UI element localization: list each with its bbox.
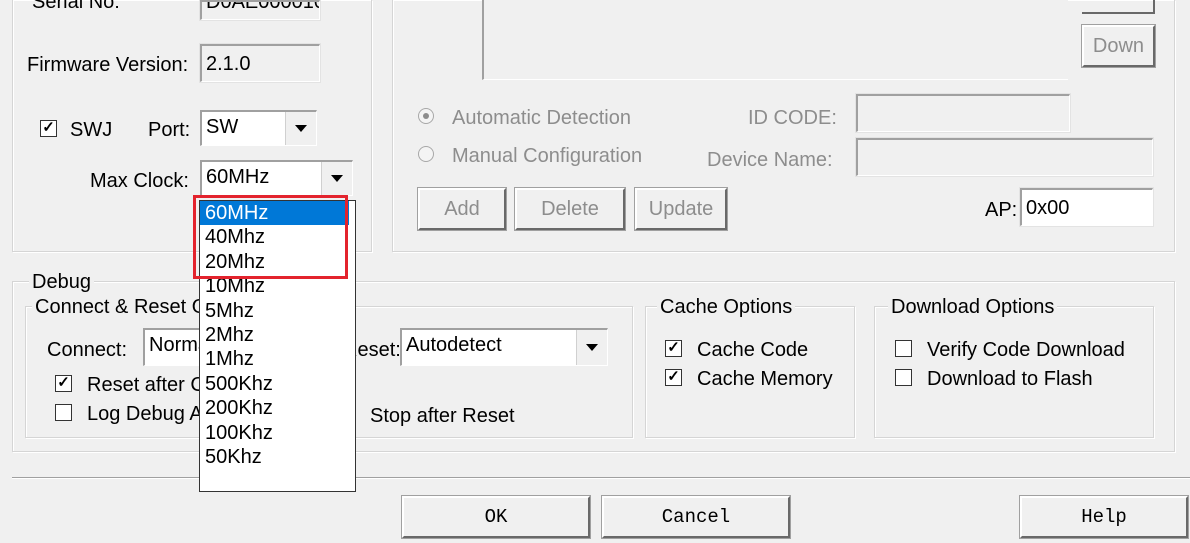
- help-button-label: Help: [1081, 505, 1127, 528]
- verify-code-download-checkbox[interactable]: [895, 340, 912, 357]
- cache-code-checkbox[interactable]: ✓: [665, 340, 682, 357]
- cache-code-label: Cache Code: [697, 339, 809, 361]
- firmware-version-field: 2.1.0: [199, 43, 321, 83]
- reset-select[interactable]: Autodetect: [400, 328, 608, 366]
- down-button[interactable]: Down: [1081, 24, 1156, 68]
- ap-value: 0x00: [1026, 197, 1070, 219]
- swj-checkbox[interactable]: ✓: [40, 120, 57, 137]
- add-button[interactable]: Add: [417, 187, 507, 231]
- download-to-flash-checkbox[interactable]: [895, 369, 912, 386]
- cache-memory-checkbox[interactable]: ✓: [665, 369, 682, 386]
- download-to-flash-label: Download to Flash: [927, 368, 1093, 390]
- max-clock-option[interactable]: 50Khz: [200, 445, 355, 469]
- serial-number-label: Serial No:: [32, 0, 120, 13]
- max-clock-option[interactable]: 500Khz: [200, 372, 355, 396]
- stop-after-reset-label: Stop after Reset: [370, 405, 515, 427]
- connect-label: Connect:: [47, 339, 128, 361]
- ok-button-label: OK: [484, 505, 508, 528]
- chevron-down-icon[interactable]: [321, 162, 352, 195]
- max-clock-option[interactable]: 100Khz: [200, 421, 355, 445]
- update-button[interactable]: Update: [634, 187, 728, 231]
- down-button-label: Down: [1092, 35, 1145, 57]
- cache-memory-label: Cache Memory: [697, 368, 833, 390]
- port-label: Port:: [148, 119, 191, 141]
- port-select[interactable]: SW: [200, 110, 317, 146]
- max-clock-option[interactable]: 5Mhz: [200, 299, 355, 323]
- automatic-detection-radio[interactable]: [418, 108, 434, 124]
- max-clock-label: Max Clock:: [90, 170, 189, 192]
- automatic-detection-label: Automatic Detection: [452, 107, 631, 129]
- max-clock-option[interactable]: 1Mhz: [200, 347, 355, 371]
- chevron-down-icon[interactable]: [576, 330, 607, 365]
- serial-number-field: D0AE000010FF0E0: [199, 0, 321, 21]
- add-button-label: Add: [444, 198, 480, 220]
- port-value: SW: [206, 116, 239, 138]
- max-clock-value: 60MHz: [206, 166, 270, 188]
- reset-after-connect-checkbox[interactable]: ✓: [55, 375, 72, 392]
- highlight-box: [193, 195, 348, 279]
- swj-label: SWJ: [70, 119, 113, 141]
- id-code-field: [855, 93, 1071, 133]
- cache-options-label: Cache Options: [657, 297, 796, 317]
- reset-value: Autodetect: [406, 334, 502, 356]
- chevron-down-icon[interactable]: [285, 112, 316, 145]
- cancel-button-label: Cancel: [661, 505, 731, 528]
- delete-button-label: Delete: [541, 198, 599, 220]
- verify-code-download-label: Verify Code Download: [927, 339, 1125, 361]
- firmware-version-value: 2.1.0: [206, 53, 251, 75]
- footer-separator: [12, 477, 1190, 479]
- delete-button[interactable]: Delete: [514, 187, 626, 231]
- device-list[interactable]: [482, 0, 1068, 80]
- max-clock-option[interactable]: 2Mhz: [200, 323, 355, 347]
- update-button-label: Update: [648, 198, 714, 220]
- manual-configuration-label: Manual Configuration: [452, 145, 643, 167]
- ok-button[interactable]: OK: [401, 495, 591, 539]
- manual-configuration-radio[interactable]: [418, 146, 434, 162]
- up-button-edge[interactable]: [1082, 0, 1155, 14]
- cancel-button[interactable]: Cancel: [601, 495, 791, 539]
- ap-label: AP:: [985, 199, 1018, 221]
- max-clock-select[interactable]: 60MHz: [200, 160, 353, 196]
- device-name-field: [855, 137, 1154, 177]
- device-name-label: Device Name:: [707, 149, 833, 171]
- firmware-version-label: Firmware Version:: [27, 54, 189, 76]
- debug-group-label: Debug: [29, 272, 94, 292]
- help-button[interactable]: Help: [1019, 495, 1189, 539]
- max-clock-option[interactable]: 200Khz: [200, 396, 355, 420]
- serial-number-value: D0AE000010FF0E0: [206, 0, 319, 13]
- ap-field[interactable]: 0x00: [1019, 187, 1154, 227]
- download-options-label: Download Options: [888, 297, 1058, 317]
- id-code-label: ID CODE:: [748, 107, 837, 129]
- log-debug-checkbox[interactable]: [55, 404, 72, 421]
